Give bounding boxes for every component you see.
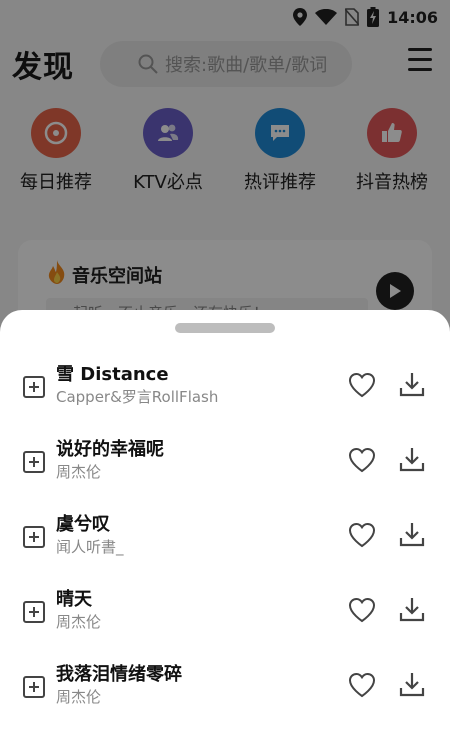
add-to-playlist-icon[interactable]: [23, 376, 45, 398]
song-row[interactable]: 说好的幸福呢 周杰伦: [0, 435, 450, 495]
heart-icon[interactable]: [348, 672, 376, 698]
heart-icon[interactable]: [348, 372, 376, 398]
song-list-sheet: 雪 Distance Capper&罗言RollFlash 说好的幸福呢 周杰伦…: [0, 310, 450, 730]
song-title: 雪 Distance: [56, 364, 169, 385]
download-icon[interactable]: [398, 670, 426, 698]
heart-icon[interactable]: [348, 447, 376, 473]
song-title: 虞兮叹: [56, 514, 110, 535]
song-row[interactable]: 虞兮叹 闻人听書_: [0, 510, 450, 570]
sheet-drag-handle[interactable]: [175, 323, 275, 333]
download-icon[interactable]: [398, 520, 426, 548]
download-icon[interactable]: [398, 595, 426, 623]
song-title: 我落泪情绪零碎: [56, 664, 182, 685]
song-artist: 周杰伦: [56, 688, 102, 706]
song-row[interactable]: 晴天 周杰伦: [0, 585, 450, 645]
add-to-playlist-icon[interactable]: [23, 676, 45, 698]
heart-icon[interactable]: [348, 597, 376, 623]
song-artist: Capper&罗言RollFlash: [56, 388, 219, 406]
song-title: 晴天: [56, 589, 92, 610]
download-icon[interactable]: [398, 370, 426, 398]
song-row[interactable]: 雪 Distance Capper&罗言RollFlash: [0, 360, 450, 420]
add-to-playlist-icon[interactable]: [23, 451, 45, 473]
download-icon[interactable]: [398, 445, 426, 473]
add-to-playlist-icon[interactable]: [23, 601, 45, 623]
song-artist: 闻人听書_: [56, 538, 124, 556]
add-to-playlist-icon[interactable]: [23, 526, 45, 548]
song-artist: 周杰伦: [56, 613, 102, 631]
song-artist: 周杰伦: [56, 463, 102, 481]
song-title: 说好的幸福呢: [56, 439, 164, 460]
song-row[interactable]: 我落泪情绪零碎 周杰伦: [0, 660, 450, 720]
heart-icon[interactable]: [348, 522, 376, 548]
